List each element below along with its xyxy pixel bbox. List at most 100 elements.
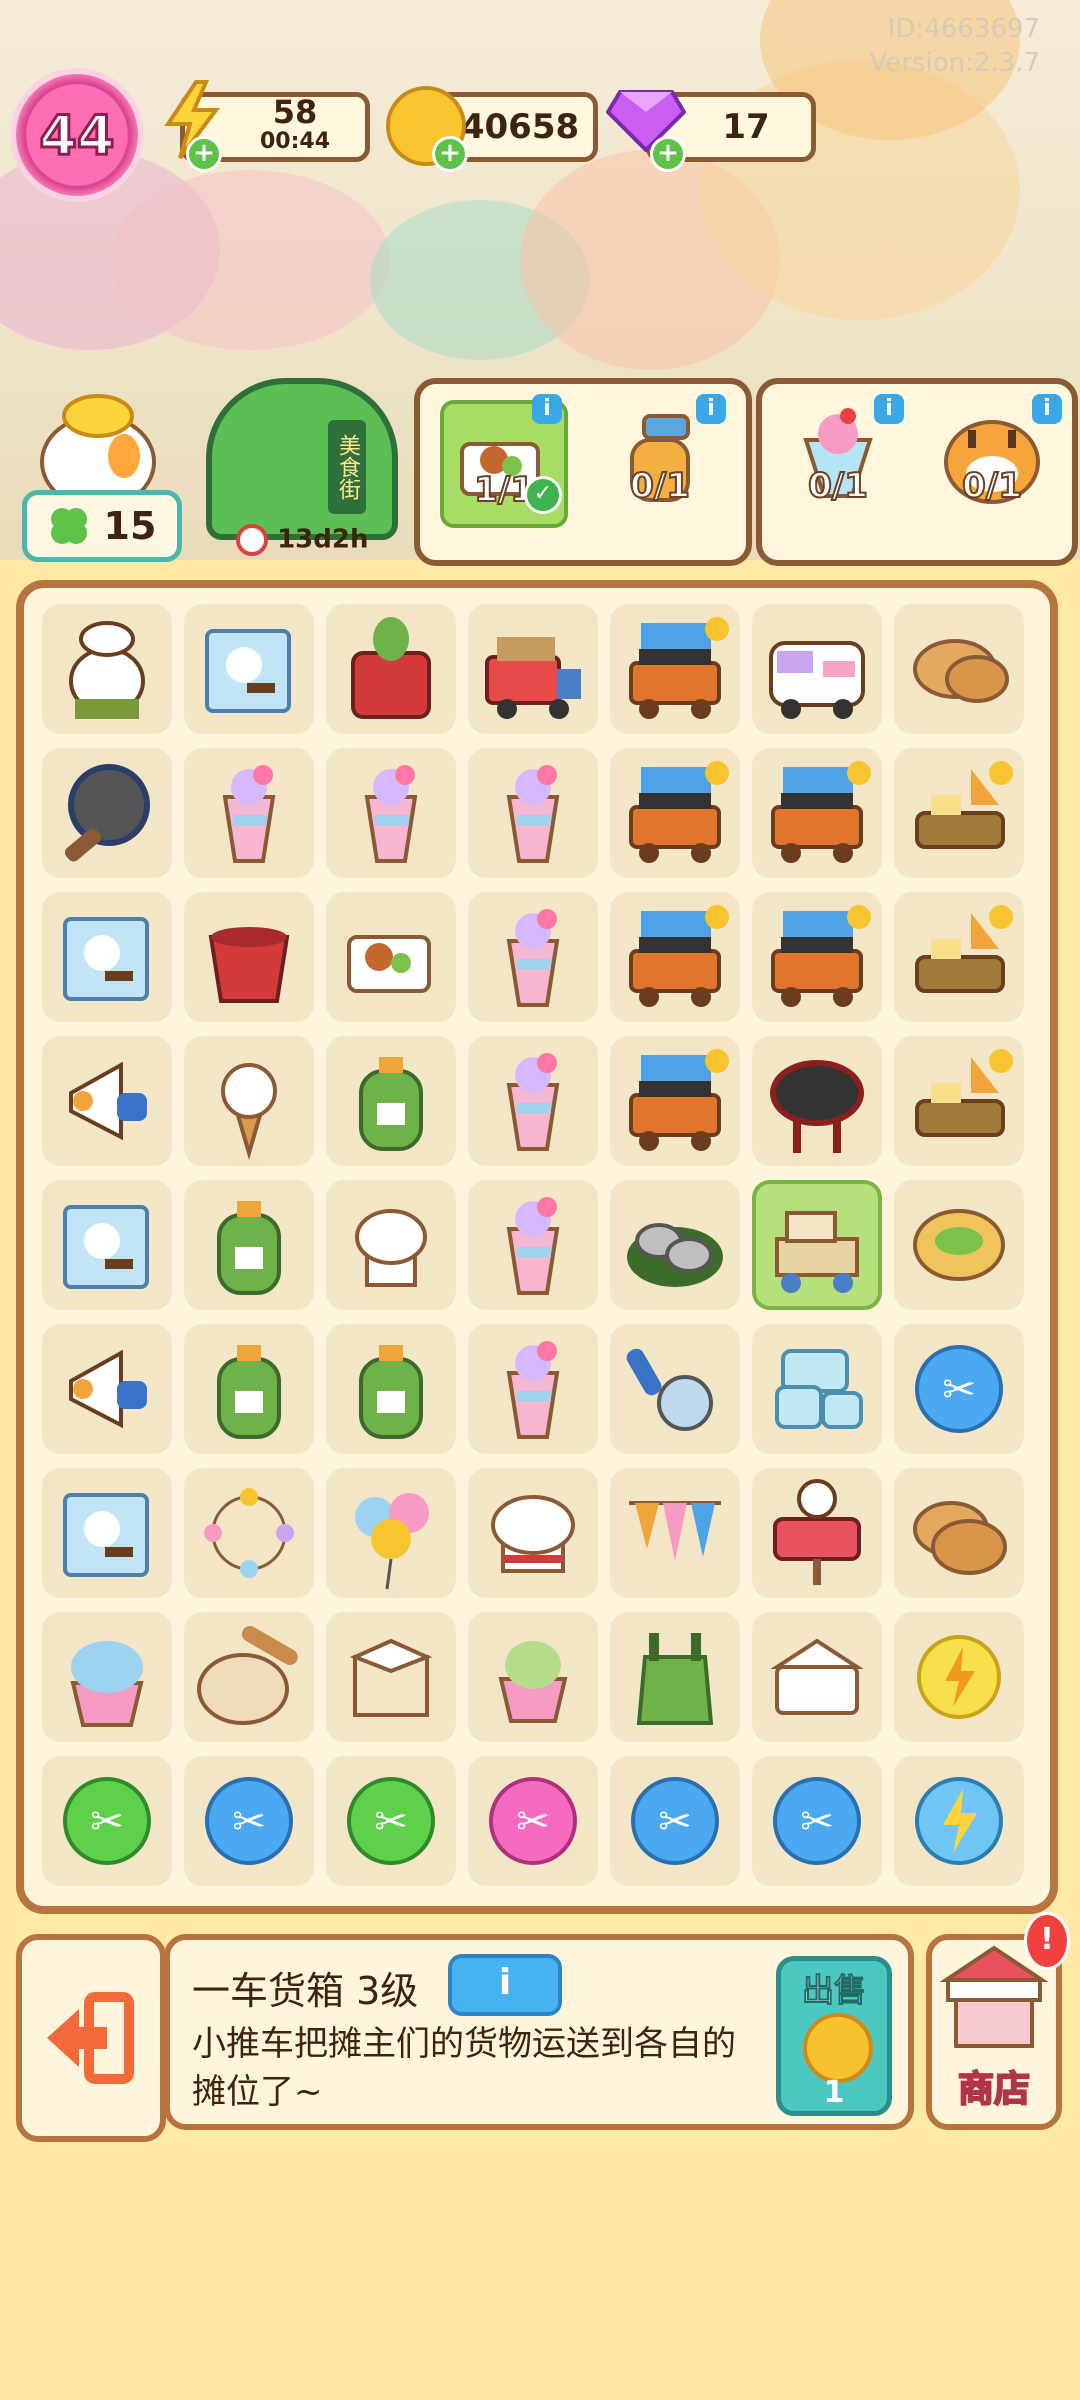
board-cell[interactable] <box>752 1180 882 1310</box>
board-cell[interactable] <box>468 1324 598 1454</box>
board-cell[interactable] <box>468 1468 598 1598</box>
svg-text:✂: ✂ <box>658 1799 692 1845</box>
board-cell[interactable] <box>610 1324 740 1454</box>
board-cell[interactable] <box>42 1324 172 1454</box>
board-cell[interactable] <box>326 892 456 1022</box>
scissors-blue-icon: ✂ <box>915 1345 1003 1433</box>
board-cell[interactable] <box>42 604 172 734</box>
board-cell[interactable] <box>894 748 1024 878</box>
order-panel-2[interactable]: 0/1 i 0/1 i <box>756 378 1078 566</box>
board-cell[interactable] <box>42 1468 172 1598</box>
board-cell[interactable] <box>184 1612 314 1742</box>
board-cell[interactable] <box>184 604 314 734</box>
exit-button[interactable] <box>16 1934 166 2142</box>
matcha-cup-icon <box>498 1641 568 1723</box>
board-cell[interactable] <box>894 1468 1024 1598</box>
sundae-icon <box>364 765 418 863</box>
takeout-box-icon <box>770 1638 864 1715</box>
order-info-button[interactable]: i <box>1032 394 1062 424</box>
order-panel-1[interactable]: 1/1 ✓ i 0/1 i <box>414 378 752 566</box>
board-cell[interactable] <box>752 1612 882 1742</box>
ice-cream-van-icon <box>769 641 865 719</box>
scooter-stall-icon <box>915 1049 1013 1137</box>
board-cell[interactable] <box>610 1036 740 1166</box>
board-cell[interactable] <box>42 1036 172 1166</box>
board-cell[interactable] <box>894 1612 1024 1742</box>
sundae-icon <box>222 765 276 863</box>
board-cell[interactable] <box>610 892 740 1022</box>
board-cell[interactable] <box>326 604 456 734</box>
board-cell[interactable] <box>326 1180 456 1310</box>
board-cell[interactable]: ✂ <box>894 1324 1024 1454</box>
board-cell[interactable] <box>184 1036 314 1166</box>
board-cell[interactable] <box>326 748 456 878</box>
gas-tank-icon <box>217 1345 281 1439</box>
debug-id: ID:4663697 <box>887 14 1040 44</box>
cups-icon <box>775 1349 863 1429</box>
star-counter[interactable]: 15 <box>22 490 182 562</box>
board-cell[interactable] <box>468 1612 598 1742</box>
add-gems-icon[interactable]: + <box>650 136 686 172</box>
wrap-icon <box>913 1209 1005 1281</box>
sundae-icon <box>506 765 560 863</box>
item-info-button[interactable]: i <box>448 1954 562 2016</box>
board-cell[interactable] <box>894 1180 1024 1310</box>
add-coins-icon[interactable]: + <box>432 136 468 172</box>
board-cell[interactable] <box>468 1036 598 1166</box>
board-cell[interactable] <box>42 1612 172 1742</box>
board-cell[interactable] <box>326 1324 456 1454</box>
board-cell[interactable]: ✂ <box>42 1756 172 1886</box>
board-cell[interactable] <box>184 748 314 878</box>
lunchbox-icon <box>347 935 431 993</box>
board-cell[interactable] <box>184 1324 314 1454</box>
board-cell[interactable] <box>326 1468 456 1598</box>
pancakes-icon <box>913 639 1009 703</box>
board-cell[interactable] <box>752 1324 882 1454</box>
svg-text:✂: ✂ <box>942 1367 976 1413</box>
board-cell[interactable] <box>894 1036 1024 1166</box>
board-cell[interactable] <box>468 604 598 734</box>
board-cell[interactable] <box>184 1180 314 1310</box>
board-cell[interactable] <box>610 1468 740 1598</box>
player-level-badge[interactable]: 44 <box>16 74 138 196</box>
board-cell[interactable] <box>42 1180 172 1310</box>
food-street-building[interactable] <box>206 378 398 540</box>
board-cell[interactable]: ✂ <box>326 1756 456 1886</box>
add-energy-icon[interactable]: + <box>186 136 222 172</box>
order-info-button[interactable]: i <box>532 394 562 424</box>
board-cell[interactable] <box>326 1612 456 1742</box>
board-cell[interactable]: ✂ <box>468 1756 598 1886</box>
order-info-button[interactable]: i <box>696 394 726 424</box>
builder-duck-avatar[interactable] <box>28 370 168 510</box>
board-cell[interactable] <box>42 748 172 878</box>
board-cell[interactable] <box>468 892 598 1022</box>
board-cell[interactable] <box>184 1468 314 1598</box>
board-cell[interactable] <box>752 748 882 878</box>
board-cell[interactable] <box>752 1468 882 1598</box>
board-cell[interactable] <box>610 1612 740 1742</box>
board-cell[interactable]: ✂ <box>184 1756 314 1886</box>
board-cell[interactable] <box>468 748 598 878</box>
board-cell[interactable] <box>610 748 740 878</box>
sell-button[interactable]: 出售 1 <box>776 1956 892 2116</box>
board-cell[interactable] <box>894 892 1024 1022</box>
coin-value: 40658 <box>460 107 580 147</box>
bbq-cart-icon <box>771 761 871 863</box>
board-cell[interactable] <box>894 1756 1024 1886</box>
bbq-cart-icon <box>629 617 729 719</box>
board-cell[interactable] <box>468 1180 598 1310</box>
board-cell[interactable] <box>42 892 172 1022</box>
board-cell[interactable] <box>610 604 740 734</box>
merge-board: ✂ ✂ ✂ ✂ ✂ ✂ ✂ <box>16 580 1058 1914</box>
board-cell[interactable] <box>610 1180 740 1310</box>
order-count: 0/1 <box>961 465 1023 507</box>
board-cell[interactable] <box>184 892 314 1022</box>
board-cell[interactable] <box>894 604 1024 734</box>
board-cell[interactable] <box>326 1036 456 1166</box>
board-cell[interactable] <box>752 604 882 734</box>
board-cell[interactable]: ✂ <box>752 1756 882 1886</box>
board-cell[interactable] <box>752 892 882 1022</box>
board-cell[interactable]: ✂ <box>610 1756 740 1886</box>
order-info-button[interactable]: i <box>874 394 904 424</box>
board-cell[interactable] <box>752 1036 882 1166</box>
